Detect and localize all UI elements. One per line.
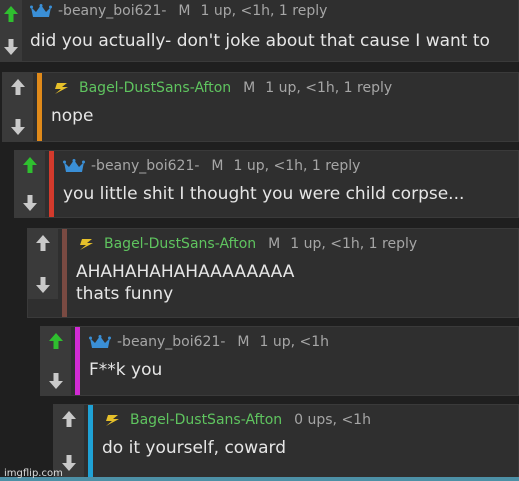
comment: -beany_boi621- M 1 up, <1h, 1 reply you … (14, 150, 519, 218)
comment-meta: -beany_boi621- M 1 up, <1h, 1 reply (30, 0, 512, 22)
comment: -beany_boi621- M 1 up, <1h, 1 reply did … (0, 0, 519, 62)
crown-icon (63, 159, 85, 172)
username[interactable]: -beany_boi621- (117, 334, 225, 350)
thread-bar (37, 73, 42, 141)
up-arrow-icon (11, 79, 25, 95)
comment: Bagel-DustSans-Afton M 1 up, <1h, 1 repl… (2, 72, 519, 142)
mod-label: M (268, 236, 281, 252)
comment-text: do it yourself, coward (102, 438, 286, 458)
crown-icon (89, 335, 111, 348)
vote-column (41, 327, 71, 395)
comment-meta: Bagel-DustSans-Afton M 1 up, <1h, 1 repl… (51, 77, 512, 99)
down-arrow-icon (23, 195, 37, 211)
thread-bar (49, 151, 54, 217)
username[interactable]: Bagel-DustSans-Afton (79, 80, 231, 96)
comment-text: did you actually- don't joke about that … (30, 31, 490, 51)
mod-label: M (237, 334, 250, 350)
vote-column (54, 405, 84, 477)
comment: -beany_boi621- M 1 up, <1h F**k you (40, 326, 519, 396)
comment-stats: 1 up, <1h, 1 reply (265, 80, 393, 96)
watermark: imgflip.com (4, 468, 63, 479)
thread-bar (75, 327, 80, 395)
down-arrow-icon (4, 39, 18, 55)
upvote-button[interactable] (33, 231, 53, 255)
up-arrow-icon (4, 6, 18, 22)
bottom-edge (0, 477, 519, 481)
vote-column (28, 229, 58, 299)
mod-label: M (243, 80, 256, 96)
comment: Bagel-DustSans-Afton 0 ups, <1h do it yo… (53, 404, 519, 478)
username[interactable]: -beany_boi621- (58, 3, 166, 19)
down-arrow-icon (62, 455, 76, 471)
comment-text: you little shit I thought you were child… (63, 184, 465, 204)
comment-stats: 1 up, <1h, 1 reply (233, 158, 361, 174)
downvote-button[interactable] (8, 115, 28, 139)
comment-stats: 1 up, <1h, 1 reply (200, 3, 328, 19)
comment: Bagel-DustSans-Afton M 1 up, <1h, 1 repl… (27, 228, 519, 318)
comment-text: nope (51, 106, 94, 126)
username[interactable]: -beany_boi621- (91, 158, 199, 174)
thread-bar (62, 229, 67, 317)
comment-meta: -beany_boi621- M 1 up, <1h, 1 reply (63, 155, 512, 177)
username[interactable]: Bagel-DustSans-Afton (104, 236, 256, 252)
upvote-button[interactable] (59, 407, 79, 431)
down-arrow-icon (11, 119, 25, 135)
downvote-button[interactable] (20, 191, 40, 215)
thread-bar (88, 405, 93, 477)
down-arrow-icon (36, 277, 50, 293)
bolt-icon (55, 83, 68, 94)
crown-icon (30, 4, 52, 17)
upvote-button[interactable] (1, 2, 21, 26)
upvote-button[interactable] (8, 75, 28, 99)
up-arrow-icon (36, 235, 50, 251)
downvote-button[interactable] (33, 273, 53, 297)
up-arrow-icon (49, 333, 63, 349)
comment-stats: 1 up, <1h, 1 reply (290, 236, 418, 252)
comment-meta: Bagel-DustSans-Afton 0 ups, <1h (102, 409, 512, 431)
up-arrow-icon (62, 411, 76, 427)
bolt-icon (80, 239, 93, 250)
username[interactable]: Bagel-DustSans-Afton (130, 412, 282, 428)
upvote-button[interactable] (46, 329, 66, 353)
bolt-icon (106, 415, 119, 426)
downvote-button[interactable] (46, 369, 66, 393)
down-arrow-icon (49, 373, 63, 389)
comment-meta: -beany_boi621- M 1 up, <1h (89, 331, 512, 353)
mod-label: M (211, 158, 224, 174)
comment-text: F**k you (89, 360, 163, 380)
up-arrow-icon (23, 157, 37, 173)
downvote-button[interactable] (1, 35, 21, 59)
comment-stats: 1 up, <1h (259, 334, 330, 350)
vote-column (3, 73, 33, 141)
comment-stats: 0 ups, <1h (294, 412, 371, 428)
mod-label: M (178, 3, 191, 19)
comment-meta: Bagel-DustSans-Afton M 1 up, <1h, 1 repl… (76, 233, 512, 255)
upvote-button[interactable] (20, 153, 40, 177)
comment-text: AHAHAHAHAHAAAAAAAA thats funny (76, 262, 295, 304)
vote-column (0, 0, 22, 61)
vote-column (15, 151, 45, 217)
